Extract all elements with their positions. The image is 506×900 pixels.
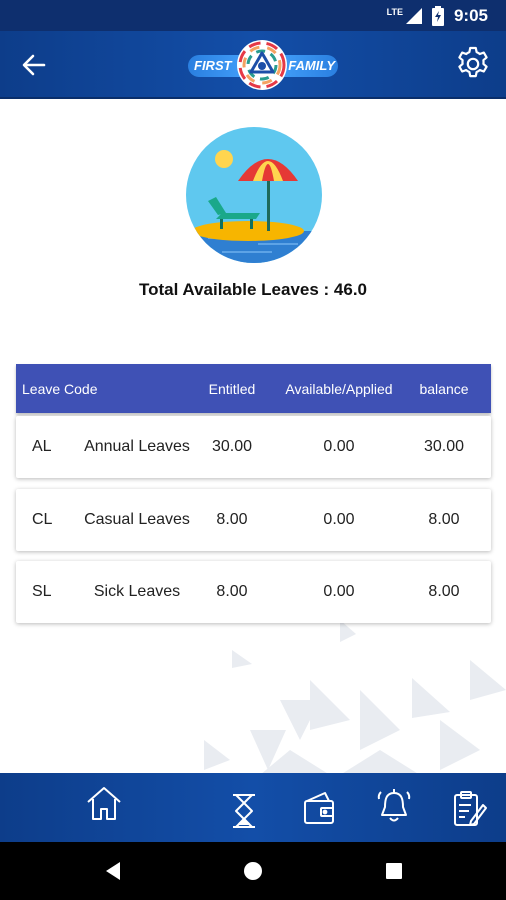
total-available-leaves: Total Available Leaves : 46.0 [138,280,368,299]
header-balance: balance [419,380,469,397]
logo-text-family: FAMILY [288,58,335,73]
nav-home-button[interactable] [84,783,124,829]
leave-balance: 8.00 [428,511,460,528]
wallet-icon [304,792,334,824]
header-leave-code: Leave Code [22,380,98,397]
header-entitled: Entitled [208,380,256,397]
leave-table-header: Leave Code Entitled Available/Applied ba… [16,364,491,413]
leave-available: 0.00 [323,438,355,455]
leave-code: SL [32,583,52,600]
nav-hourglass-button[interactable] [224,783,264,829]
system-nav-bar [0,842,506,900]
home-icon [87,787,121,820]
header-available: Available/Applied [285,380,393,397]
triangle-back-icon [106,862,120,880]
gear-icon [458,46,488,78]
battery-icon [431,5,444,26]
bell-icon [377,789,411,822]
leave-balance: 30.00 [423,438,465,455]
background-triangles [204,620,506,775]
leave-name: Annual Leaves [84,438,190,455]
leave-available: 0.00 [323,583,355,600]
leave-name: Sick Leaves [93,583,181,600]
app-bar: FIRST FAMILY [0,31,506,99]
system-back-button[interactable] [102,859,126,883]
nav-apply-leave-button[interactable] [449,783,489,829]
leave-entitled: 30.00 [211,438,253,455]
square-recents-icon [386,863,402,879]
nav-notifications-button[interactable] [374,783,414,829]
leave-code: CL [32,511,53,528]
leave-entitled: 8.00 [216,583,248,600]
circle-home-icon [244,862,262,880]
leave-row-cl[interactable]: CL Casual Leaves 8.00 0.00 8.00 [16,489,491,551]
signal-indicator: LTE [386,6,422,24]
system-home-button[interactable] [241,859,265,883]
leave-name: Casual Leaves [84,511,190,528]
leave-row-al[interactable]: AL Annual Leaves 30.00 0.00 30.00 [16,416,491,478]
arrow-back-icon [22,54,46,76]
leave-code: AL [32,438,52,455]
clipboard-edit-icon [454,791,487,826]
network-type: LTE [386,6,403,17]
hourglass-icon [233,794,255,828]
screen: LTE 9:05 FIRST FAMILY Total Available Le… [0,0,506,900]
back-button[interactable] [18,49,50,81]
status-bar: LTE 9:05 [0,0,506,31]
settings-button[interactable] [454,45,492,83]
bottom-nav [0,773,506,842]
system-recents-button[interactable] [382,859,406,883]
leave-row-sl[interactable]: SL Sick Leaves 8.00 0.00 8.00 [16,561,491,623]
leave-entitled: 8.00 [216,511,248,528]
clock: 9:05 [453,5,488,25]
nav-wallet-button[interactable] [299,783,339,829]
logo-text-first: FIRST [194,58,232,73]
leave-available: 0.00 [323,511,355,528]
brand-logo: FIRST FAMILY [188,39,338,91]
logo-emblem-icon [237,40,287,90]
signal-icon [405,7,422,24]
beach-umbrella-icon [186,127,322,263]
leave-balance: 8.00 [428,583,460,600]
